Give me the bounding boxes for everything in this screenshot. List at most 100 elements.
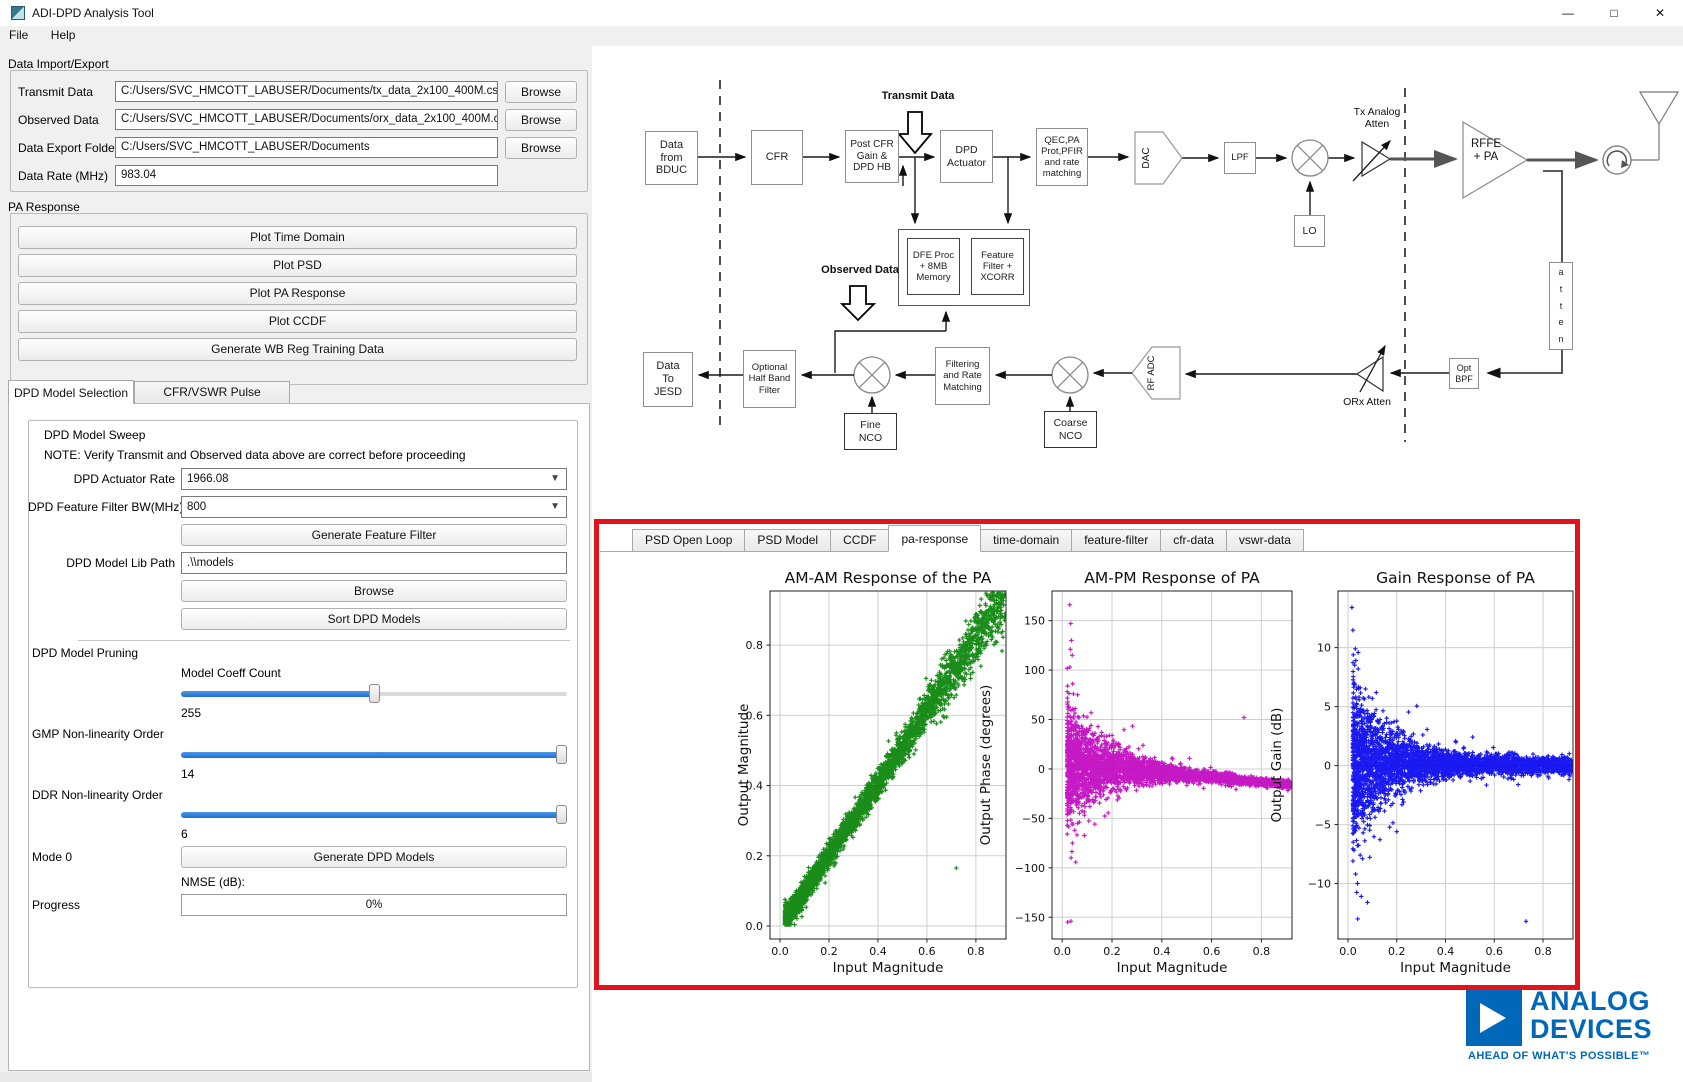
tab-cfr-vswr-pulse-generator[interactable]: CFR/VSWR Pulse Generator xyxy=(134,381,290,404)
filter-bw-value: 800 xyxy=(187,501,206,513)
svg-text:0.6: 0.6 xyxy=(918,945,936,958)
slider-fill xyxy=(181,752,561,758)
svg-text:Output Gain (dB): Output Gain (dB) xyxy=(1269,708,1285,823)
actuator-rate-combobox[interactable]: 1966.08 ▼ xyxy=(181,468,567,490)
svg-text:10: 10 xyxy=(1317,642,1331,655)
svg-text:AM-AM Response of the PA: AM-AM Response of the PA xyxy=(785,569,992,587)
plot-psd-button[interactable]: Plot PSD xyxy=(18,254,577,277)
title-bar: ADI-DPD Analysis Tool xyxy=(0,0,1683,26)
progress-label: Progress xyxy=(32,898,80,912)
pruning-title: DPD Model Pruning xyxy=(32,646,138,660)
svg-text:0.2: 0.2 xyxy=(1103,945,1121,958)
diagram-box-cfr: CFR xyxy=(751,130,803,185)
plot-time-domain-button[interactable]: Plot Time Domain xyxy=(18,226,577,249)
svg-text:5: 5 xyxy=(1324,701,1331,714)
plot-tab-pa-response[interactable]: pa-response xyxy=(888,525,981,552)
generate-dpd-models-button[interactable]: Generate DPD Models xyxy=(181,846,567,868)
observed-data-input[interactable]: C:/Users/SVC_HMCOTT_LABUSER/Documents/or… xyxy=(115,109,498,130)
filter-bw-label: DPD Feature Filter BW(MHz) xyxy=(28,500,175,514)
app-icon xyxy=(11,6,25,20)
ddr-order-slider[interactable] xyxy=(181,805,567,824)
slider-thumb[interactable] xyxy=(369,684,380,703)
data-rate-input[interactable]: 983.04 xyxy=(115,165,498,186)
observed-data-label: Observed Data xyxy=(18,113,99,127)
svg-text:0.8: 0.8 xyxy=(746,639,764,652)
chevron-down-icon: ▼ xyxy=(550,469,560,489)
svg-text:0.2: 0.2 xyxy=(820,945,838,958)
svg-text:0: 0 xyxy=(1038,763,1045,776)
diagram-box-filtering-rate-matching: Filtering and Rate Matching xyxy=(935,347,990,405)
ddr-order-value: 6 xyxy=(181,827,188,841)
app-window: ADI-DPD Analysis Tool — □ ✕ File Help xyxy=(0,0,1683,1082)
plot-tab-bar: PSD Open LoopPSD ModelCCDFpa-responsetim… xyxy=(600,524,1574,552)
svg-text:0.4: 0.4 xyxy=(1437,945,1455,958)
transmit-data-browse-button[interactable]: Browse xyxy=(505,81,577,103)
plot-tab-psd-model[interactable]: PSD Model xyxy=(744,529,831,551)
svg-text:Output Magnitude: Output Magnitude xyxy=(736,704,752,827)
svg-text:0.8: 0.8 xyxy=(967,945,985,958)
generate-wb-reg-button[interactable]: Generate WB Reg Training Data xyxy=(18,338,577,361)
svg-text:−100: −100 xyxy=(1015,862,1045,875)
dpd-note: NOTE: Verify Transmit and Observed data … xyxy=(44,448,466,462)
data-export-folder-label: Data Export Folder xyxy=(18,141,119,155)
chevron-down-icon: ▼ xyxy=(550,497,560,517)
plot-tab-cfr-data[interactable]: cfr-data xyxy=(1160,529,1227,551)
diagram-box-opt-bpf: Opt BPF xyxy=(1449,358,1479,389)
gmp-order-slider[interactable] xyxy=(181,745,567,764)
logo-line1: ANALOG xyxy=(1530,986,1650,1017)
observed-data-browse-button[interactable]: Browse xyxy=(505,109,577,131)
svg-text:0.4: 0.4 xyxy=(1153,945,1171,958)
data-export-folder-input[interactable]: C:/Users/SVC_HMCOTT_LABUSER/Documents xyxy=(115,137,498,158)
lib-path-browse-button[interactable]: Browse xyxy=(181,580,567,602)
section-title-data-import: Data Import/Export xyxy=(8,57,109,71)
plot-tab-psd-open-loop[interactable]: PSD Open Loop xyxy=(632,529,745,551)
filter-bw-combobox[interactable]: 800 ▼ xyxy=(181,496,567,518)
svg-text:Input Magnitude: Input Magnitude xyxy=(833,960,944,976)
svg-text:50: 50 xyxy=(1031,714,1045,727)
transmit-data-label: Transmit Data xyxy=(18,85,93,99)
data-export-browse-button[interactable]: Browse xyxy=(505,137,577,159)
transmit-data-input[interactable]: C:/Users/SVC_HMCOTT_LABUSER/Documents/tx… xyxy=(115,81,498,102)
logo-tagline: AHEAD OF WHAT'S POSSIBLE™ xyxy=(1468,1050,1683,1062)
plot-pa-response-button[interactable]: Plot PA Response xyxy=(18,282,577,305)
diagram-box-post-cfr: Post CFR Gain & DPD HB xyxy=(845,130,899,183)
svg-text:Gain Response of PA: Gain Response of PA xyxy=(1376,569,1535,587)
slider-thumb[interactable] xyxy=(556,745,567,764)
ddr-order-label: DDR Non-linearity Order xyxy=(32,788,163,802)
plot-tab-vswr-data[interactable]: vswr-data xyxy=(1226,529,1304,551)
diagram-label-observed-data: Observed Data xyxy=(817,264,903,277)
menu-file[interactable]: File xyxy=(0,26,37,44)
diagram-box-coarse-nco: Coarse NCO xyxy=(1044,411,1097,448)
maximize-button[interactable]: □ xyxy=(1591,0,1637,26)
svg-text:Output Phase (degrees): Output Phase (degrees) xyxy=(978,685,994,846)
svg-text:−150: −150 xyxy=(1015,911,1045,924)
diagram-box-qec: QEC,PA Prot,PFIR and rate matching xyxy=(1036,128,1088,186)
generate-feature-filter-button[interactable]: Generate Feature Filter xyxy=(181,524,567,546)
plot-ccdf-button[interactable]: Plot CCDF xyxy=(18,310,577,333)
menu-bar: File Help xyxy=(0,26,1683,46)
slider-thumb[interactable] xyxy=(556,805,567,824)
coeff-count-slider[interactable] xyxy=(181,684,567,703)
actuator-rate-label: DPD Actuator Rate xyxy=(28,472,175,486)
svg-text:0.0: 0.0 xyxy=(771,945,789,958)
section-title-pa-response: PA Response xyxy=(8,200,80,214)
coeff-count-label: Model Coeff Count xyxy=(181,666,281,680)
slider-fill xyxy=(181,812,561,818)
svg-text:0.0: 0.0 xyxy=(1339,945,1357,958)
diagram-box-data-from-bduc: Data from BDUC xyxy=(645,131,698,185)
menu-help[interactable]: Help xyxy=(42,26,85,44)
lib-path-input[interactable]: .\\models xyxy=(181,552,567,574)
minimize-button[interactable]: — xyxy=(1545,0,1591,26)
diagram-box-half-band-filter: Optional Half Band Filter xyxy=(743,350,796,408)
sort-dpd-models-button[interactable]: Sort DPD Models xyxy=(181,608,567,630)
svg-text:0.6: 0.6 xyxy=(1203,945,1221,958)
plot-tab-ccdf[interactable]: CCDF xyxy=(830,529,889,551)
svg-text:0.4: 0.4 xyxy=(869,945,887,958)
tab-dpd-model-selection[interactable]: DPD Model Selection xyxy=(8,380,134,404)
close-button[interactable]: ✕ xyxy=(1637,0,1683,26)
plot-tab-feature-filter[interactable]: feature-filter xyxy=(1071,529,1161,551)
svg-text:Input Magnitude: Input Magnitude xyxy=(1117,960,1228,976)
diagram-label-orx-atten: ORx Atten xyxy=(1335,396,1399,408)
diagram-box-atten: a t t e n xyxy=(1549,262,1573,350)
plot-tab-time-domain[interactable]: time-domain xyxy=(980,529,1072,551)
